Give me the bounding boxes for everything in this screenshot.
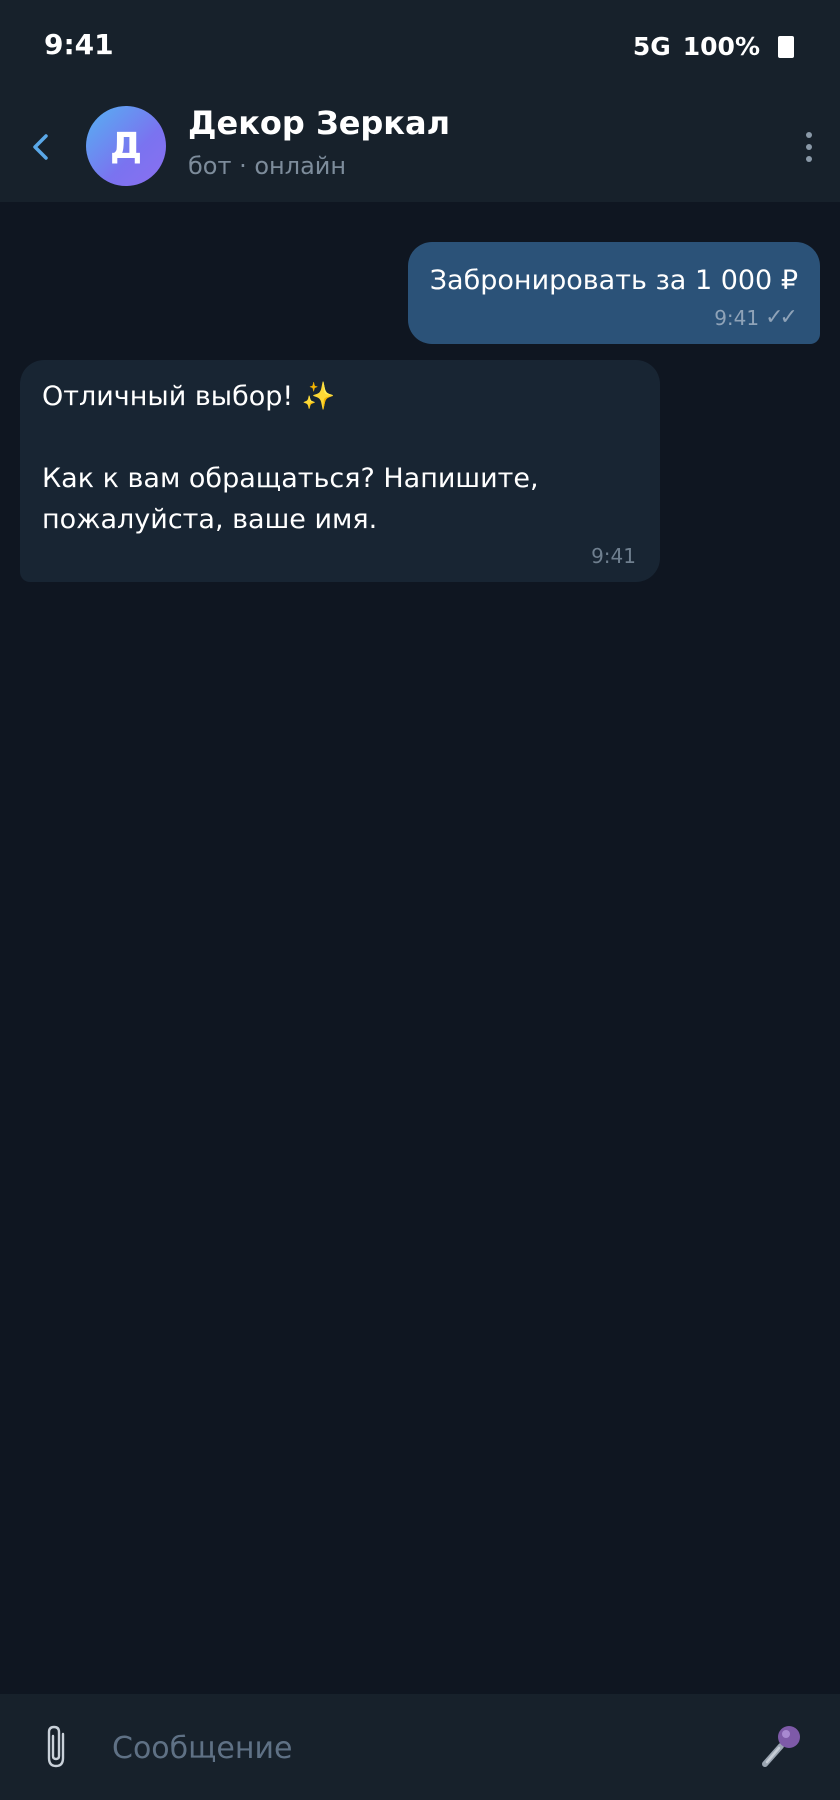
message-time: 9:41 bbox=[591, 544, 636, 568]
more-options-button[interactable] bbox=[794, 122, 824, 172]
microphone-icon bbox=[762, 1726, 800, 1767]
status-bar: 9:41 5G 100% bbox=[0, 0, 840, 92]
message-text: Забронировать за 1 000 ₽ bbox=[429, 265, 798, 296]
avatar-letter: Д bbox=[109, 125, 143, 167]
chevron-left-icon bbox=[33, 134, 48, 160]
paperclip-icon bbox=[47, 1725, 65, 1768]
message-composer bbox=[0, 1694, 840, 1800]
attach-button[interactable] bbox=[36, 1722, 80, 1772]
back-button[interactable] bbox=[18, 114, 62, 180]
message-list[interactable]: Забронировать за 1 000 ₽ 9:41 ✓✓ Отличны… bbox=[0, 202, 840, 1694]
incoming-message[interactable]: Отличный выбор! ✨ Как к вам обращаться? … bbox=[20, 360, 660, 582]
network-indicator: 5G bbox=[632, 32, 671, 61]
chat-title[interactable]: Декор Зеркал bbox=[188, 104, 450, 142]
outgoing-message[interactable]: Забронировать за 1 000 ₽ 9:41 ✓✓ bbox=[407, 242, 820, 344]
avatar[interactable]: Д bbox=[86, 106, 166, 186]
message-text: Отличный выбор! ✨ Как к вам обращаться? … bbox=[42, 381, 539, 535]
battery-percentage: 100% bbox=[682, 32, 760, 61]
message-meta: 9:41 bbox=[42, 544, 636, 568]
status-time: 9:41 bbox=[44, 28, 114, 61]
chat-header: Д Декор Зеркал бот · онлайн bbox=[0, 92, 840, 202]
message-meta: 9:41 ✓✓ bbox=[430, 305, 798, 330]
message-time: 9:41 bbox=[714, 305, 760, 330]
more-vertical-icon bbox=[806, 132, 812, 138]
battery-icon bbox=[778, 35, 794, 58]
status-indicators: 5G 100% bbox=[633, 32, 794, 61]
double-check-icon: ✓✓ bbox=[765, 305, 798, 330]
microphone-button[interactable] bbox=[756, 1720, 806, 1772]
chat-status: бот · онлайн bbox=[188, 152, 347, 180]
message-input[interactable] bbox=[110, 1716, 734, 1780]
